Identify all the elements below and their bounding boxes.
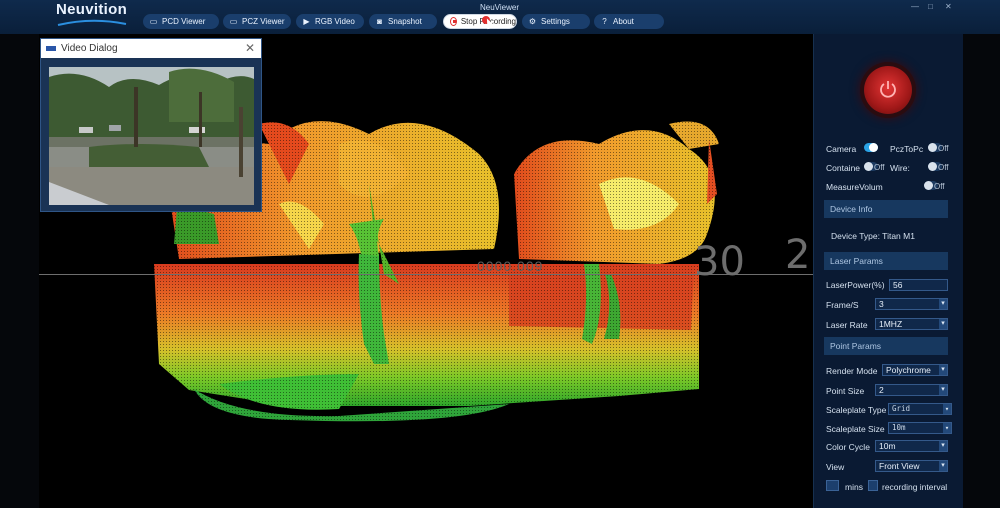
render-mode-label: Render Mode [826, 366, 878, 376]
video-dialog-title: Video Dialog [61, 43, 118, 54]
camera-toggle[interactable] [864, 143, 878, 152]
color-cycle-dropdown[interactable]: 10m [875, 440, 948, 452]
camera-video-frame [49, 67, 254, 205]
power-button[interactable] [864, 66, 912, 114]
mins-checkbox[interactable] [826, 480, 839, 491]
help-icon: ? [602, 17, 607, 26]
app-small-logo-icon [46, 46, 56, 51]
stop-record-icon [450, 17, 457, 26]
laser-power-label: LaserPower(%) [826, 280, 885, 290]
video-dialog-header[interactable]: Video Dialog ✕ [41, 39, 261, 58]
left-gutter [0, 34, 39, 508]
minimize-button[interactable]: — [911, 2, 919, 11]
nav-about[interactable]: ? About [594, 14, 664, 29]
frame-dropdown[interactable]: 3 [875, 298, 948, 310]
nav-label: Snapshot [388, 17, 422, 26]
point-size-dropdown[interactable]: 2 [875, 384, 948, 396]
device-type-text: Device Type: Titan M1 [831, 231, 915, 241]
scaleplate-size-label: Scaleplate Size [826, 424, 885, 434]
video-icon: ▶ [303, 17, 310, 26]
close-window-button[interactable]: ✕ [945, 2, 952, 11]
measure-volume-state: Off [934, 182, 945, 191]
scaleplate-size-dropdown[interactable]: 10m [888, 422, 952, 434]
app-title: NeuViewer [480, 3, 519, 12]
laser-rate-dropdown[interactable]: 1MHZ [875, 318, 948, 330]
scaleplate-type-dropdown[interactable]: Grid [888, 403, 952, 415]
folder-icon: ▭ [229, 17, 238, 26]
mins-label: mins [845, 482, 863, 492]
nav-settings[interactable]: ⚙ Settings [522, 14, 590, 29]
nav-label: RGB Video [315, 17, 355, 26]
nav-stop-recording[interactable]: Stop Recording [443, 14, 517, 29]
title-bar: Neuvition NeuViewer ▭ PCD Viewer ▭ PCZ V… [0, 0, 1000, 34]
nav-label: PCD Viewer [162, 17, 206, 26]
container-state: Off [874, 163, 885, 172]
view-label: View [826, 462, 845, 472]
nav-label: Settings [541, 17, 570, 26]
pcztopc-state: Off [938, 144, 949, 153]
container-label: Containe [826, 163, 861, 173]
scaleplate-small-label: 0000.009 [477, 258, 544, 274]
laser-power-input[interactable]: 56 [889, 279, 948, 291]
frame-label: Frame/S [826, 300, 859, 310]
point-params-header: Point Params [824, 337, 948, 355]
scaleplate-number: 30 [694, 239, 745, 285]
gear-icon: ⚙ [528, 17, 537, 26]
close-icon[interactable]: ✕ [245, 41, 255, 55]
power-icon [880, 81, 896, 98]
recording-interval-label: recording interval [882, 482, 948, 492]
nav-pcd-viewer[interactable]: ▭ PCD Viewer [143, 14, 219, 29]
scaleplate-type-label: Scaleplate Type [826, 405, 887, 415]
camera-label: Camera [826, 144, 857, 154]
device-info-header: Device Info [824, 200, 948, 218]
nav-label: PCZ Viewer [242, 17, 285, 26]
panel-margin [963, 34, 1000, 508]
neuvition-logo: Neuvition [56, 1, 128, 27]
pcztopc-label: PczToPc [890, 144, 924, 154]
point-size-label: Point Size [826, 386, 865, 396]
laser-rate-label: Laser Rate [826, 320, 868, 330]
logo-text: Neuvition [56, 1, 128, 18]
camera-icon: ◙ [377, 17, 382, 26]
render-mode-dropdown[interactable]: Polychrome [882, 364, 948, 376]
nav-label: About [613, 17, 634, 26]
logo-swoosh-icon [57, 19, 127, 26]
view-dropdown[interactable]: Front View [875, 460, 948, 472]
wire-state: Off [938, 163, 949, 172]
maximize-button[interactable]: □ [928, 2, 933, 11]
nav-pcz-viewer[interactable]: ▭ PCZ Viewer [223, 14, 291, 29]
nav-snapshot[interactable]: ◙ Snapshot [369, 14, 437, 29]
control-panel: Camera PczToPc Off Containe Off Wire: Of… [813, 34, 963, 508]
measure-volume-label: MeasureVolum [826, 182, 883, 192]
wire-label: Wire: [890, 163, 910, 173]
scaleplate-number: 2 [785, 232, 811, 278]
laser-params-header: Laser Params [824, 252, 948, 270]
nav-rgb-video[interactable]: ▶ RGB Video [296, 14, 364, 29]
recording-interval-checkbox[interactable] [868, 480, 878, 491]
folder-icon: ▭ [149, 17, 158, 26]
color-cycle-label: Color Cycle [826, 442, 870, 452]
video-dialog[interactable]: Video Dialog ✕ [40, 38, 262, 212]
